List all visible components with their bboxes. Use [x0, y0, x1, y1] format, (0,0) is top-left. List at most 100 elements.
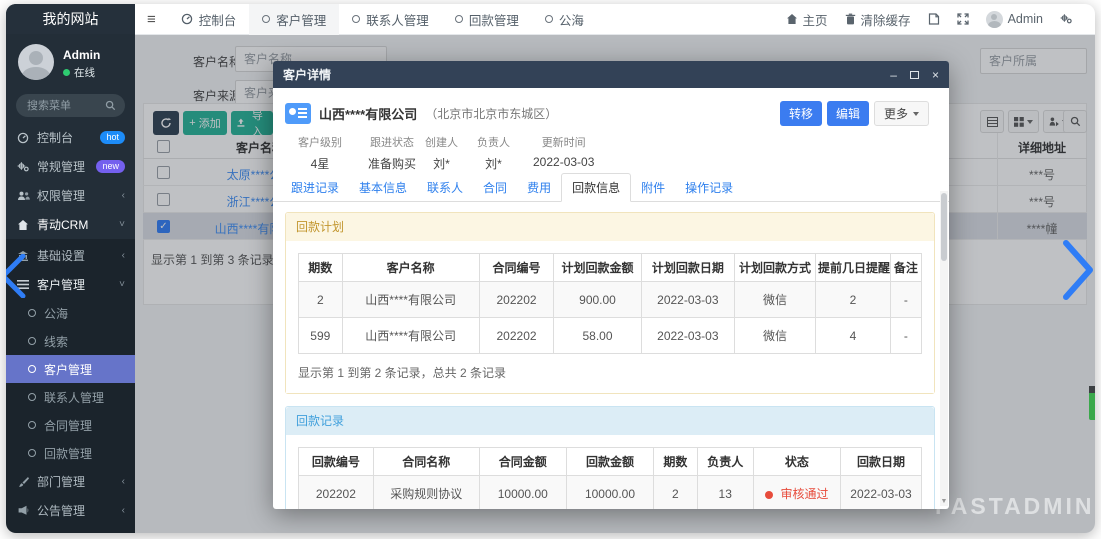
chevron-down-icon: ˅ — [119, 279, 125, 290]
company-name: 山西****有限公司 — [319, 104, 417, 123]
edit-button[interactable]: 编辑 — [827, 101, 869, 126]
admin-avatar — [986, 11, 1003, 28]
online-dot-icon — [63, 69, 70, 76]
trash-icon — [845, 13, 856, 25]
plan-pagination: 显示第 1 到第 2 条记录，总共 2 条记录 — [298, 354, 922, 393]
nav-tab-contact-mgmt[interactable]: 联系人管理 — [339, 4, 442, 35]
sidebar-item-dashboard[interactable]: 控制台 hot — [6, 123, 135, 152]
chevron-left-icon: ‹ — [122, 250, 125, 261]
tab-contacts[interactable]: 联系人 — [417, 174, 473, 201]
table-row[interactable]: 202202 采购规则协议 10000.00 10000.00 2 13 审核通… — [299, 476, 922, 510]
new-badge: new — [96, 160, 125, 173]
app-window: 我的网站 Admin 在线 控制台 hot — [6, 4, 1095, 533]
info-updated: 更新时间 2022-03-03 — [533, 134, 594, 169]
brush-icon — [16, 476, 30, 488]
table-row[interactable]: 599 山西****有限公司 202202 58.00 2022-03-03 微… — [299, 318, 922, 354]
minimize-icon[interactable]: – — [890, 68, 897, 82]
menu-search[interactable] — [16, 94, 125, 117]
modal-scrollbar[interactable]: ▼ — [940, 191, 948, 506]
chevron-down-icon: ˅ — [119, 219, 125, 230]
sidebar-item-crm[interactable]: 青动CRM ˅ — [6, 210, 135, 239]
users-icon — [16, 190, 30, 202]
customer-detail-modal: 客户详情 – × 山西****有限公司 （北京市北京市东城区） 转移 编辑 更多 — [273, 61, 949, 509]
nav-tab-payment-mgmt[interactable]: 回款管理 — [442, 4, 532, 35]
home-link[interactable]: 主页 — [786, 10, 828, 29]
circle-icon — [545, 15, 553, 23]
scroll-down-arrow-icon[interactable]: ▼ — [940, 498, 948, 505]
sidebar-item-notice-mgmt[interactable]: 公告管理 ‹ — [6, 496, 135, 525]
admin-menu[interactable]: Admin — [986, 11, 1043, 28]
sidebar-item-general[interactable]: 常规管理 new — [6, 152, 135, 181]
modal-body: 回款计划 期数 客户名称 合同编号 计划回款金额 计划回款日期 计划回款方式 — [273, 202, 949, 509]
next-arrow-icon[interactable] — [1063, 240, 1095, 300]
fullscreen-icon[interactable] — [957, 13, 969, 25]
status-badge: 审核通过 — [781, 487, 829, 501]
modal-title: 客户详情 — [283, 66, 331, 83]
caret-down-icon — [913, 112, 919, 116]
gears-icon — [16, 161, 30, 173]
tab-expenses[interactable]: 费用 — [517, 174, 561, 201]
home-icon — [786, 13, 798, 25]
sidebar-item-payment-mgmt[interactable]: 回款管理 — [6, 439, 135, 467]
contact-card-icon — [285, 103, 311, 124]
settings-gears-icon[interactable] — [1060, 13, 1073, 25]
sidebar-item-contract-mgmt[interactable]: 合同管理 — [6, 411, 135, 439]
sidebar-item-high-seas[interactable]: 公海 — [6, 299, 135, 327]
sidebar-item-auth[interactable]: 权限管理 ‹ — [6, 181, 135, 210]
info-owner: 负责人 刘* — [477, 134, 510, 172]
menu-search-input[interactable] — [25, 99, 105, 113]
bullhorn-icon — [16, 505, 30, 516]
sidebar-menu: 控制台 hot 常规管理 new 权限管理 ‹ — [6, 123, 135, 533]
dashboard-icon — [16, 132, 30, 144]
circle-icon — [352, 15, 360, 23]
status-cell: 审核通过 — [753, 476, 840, 510]
nav-tab-dashboard[interactable]: 控制台 — [168, 4, 250, 35]
prev-arrow-icon[interactable] — [6, 254, 26, 298]
chevron-left-icon: ‹ — [122, 190, 125, 201]
tab-operation-log[interactable]: 操作记录 — [675, 174, 743, 201]
tab-contracts[interactable]: 合同 — [473, 174, 517, 201]
modal-header[interactable]: 客户详情 – × — [273, 61, 949, 88]
hamburger-icon[interactable]: ≡ — [135, 11, 168, 28]
circle-icon — [455, 15, 463, 23]
tab-basic-info[interactable]: 基本信息 — [349, 174, 417, 201]
nav-tab-high-seas[interactable]: 公海 — [532, 4, 597, 35]
table-header-row: 回款编号 合同名称 合同金额 回款金额 期数 负责人 状态 回款日期 — [299, 448, 922, 476]
user-profile: Admin 在线 — [6, 34, 135, 86]
table-row[interactable]: 2 山西****有限公司 202202 900.00 2022-03-03 微信… — [299, 282, 922, 318]
chevron-left-icon: ‹ — [122, 505, 125, 516]
home-icon — [16, 219, 30, 231]
scrollbar-thumb[interactable] — [941, 193, 947, 261]
table-header-row: 期数 客户名称 合同编号 计划回款金额 计划回款日期 计划回款方式 提前几日提醒… — [299, 254, 922, 282]
nav-tab-customer-mgmt[interactable]: 客户管理 — [249, 4, 339, 35]
payment-record-table: 回款编号 合同名称 合同金额 回款金额 期数 负责人 状态 回款日期 20220… — [298, 447, 922, 509]
sidebar-item-dept-mgmt[interactable]: 部门管理 ‹ — [6, 467, 135, 496]
sidebar-item-customer-mgmt-active[interactable]: 客户管理 — [6, 355, 135, 383]
message-icon[interactable] — [928, 13, 940, 25]
floating-widget[interactable] — [1089, 386, 1095, 420]
user-status: 在线 — [63, 65, 100, 80]
payment-record-panel: 回款记录 回款编号 合同名称 合同金额 回款金额 期数 负责人 状态 — [285, 406, 935, 509]
content-area: 客户名称 客户来源 +添加 导入 批量 — [135, 35, 1095, 533]
clear-cache-link[interactable]: 清除缓存 — [845, 10, 911, 29]
circle-icon — [28, 365, 36, 373]
tab-payment-info[interactable]: 回款信息 — [561, 173, 631, 202]
company-location: （北京市北京市东城区） — [425, 105, 557, 122]
watermark: FASTADMIN — [935, 493, 1094, 520]
tab-follow-records[interactable]: 跟进记录 — [281, 174, 349, 201]
customer-info-row: 客户级别 4星 跟进状态 准备购买 创建人 刘* 负责人 刘* 更新时间 2 — [273, 134, 949, 176]
sidebar-item-leads[interactable]: 线索 — [6, 327, 135, 355]
info-level: 客户级别 4星 — [298, 134, 342, 172]
sidebar-item-contact-mgmt[interactable]: 联系人管理 — [6, 383, 135, 411]
user-name: Admin — [63, 48, 100, 62]
transfer-button[interactable]: 转移 — [780, 101, 822, 126]
user-avatar[interactable] — [18, 44, 54, 80]
more-button[interactable]: 更多 — [874, 101, 929, 126]
brand-title[interactable]: 我的网站 — [6, 4, 135, 34]
info-status: 跟进状态 准备购买 — [368, 134, 416, 172]
maximize-icon[interactable] — [910, 71, 919, 79]
status-dot-icon — [765, 491, 773, 499]
navbar-right: 主页 清除缓存 Admin — [786, 10, 1095, 29]
tab-attachments[interactable]: 附件 — [631, 174, 675, 201]
close-icon[interactable]: × — [932, 68, 939, 82]
